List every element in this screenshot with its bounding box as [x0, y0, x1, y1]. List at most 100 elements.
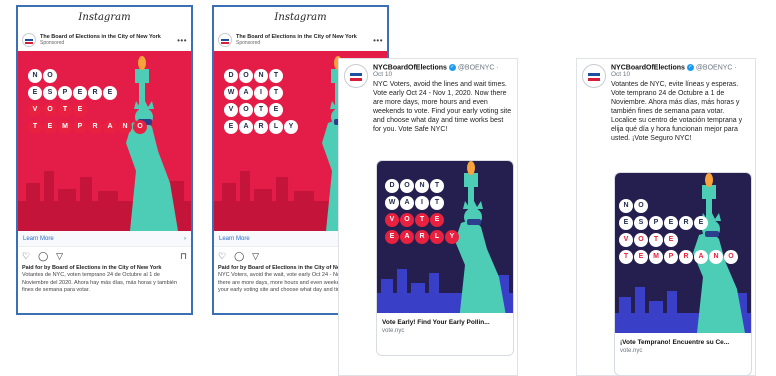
instagram-logo: Instagram	[274, 12, 327, 23]
letter-tile: E	[619, 216, 633, 230]
card-image[interactable]: DONT WAIT VOTE EARLY	[377, 161, 513, 313]
no-espere-vote-temprano-lettering: NO ESPERE VOTE TEMPRANO	[28, 69, 148, 137]
letter-tile: T	[269, 86, 283, 100]
card-url[interactable]: vote.nyc	[377, 328, 513, 334]
letter-tile: E	[28, 86, 42, 100]
letter-tile: P	[664, 250, 678, 264]
letter-tile: E	[73, 86, 87, 100]
tweet-spanish: NYCBoardOfElections ✓ @BOENYC · Oct 10 V…	[576, 58, 756, 376]
letter-tile: M	[649, 250, 663, 264]
letter-tile: R	[88, 86, 102, 100]
letter-tile: V	[28, 103, 42, 117]
avatar[interactable]	[22, 33, 36, 47]
letter-tile: O	[724, 250, 738, 264]
tweet-english: NYCBoardOfElections ✓ @BOENYC · Oct 10 N…	[338, 58, 518, 376]
letter-tile: N	[709, 250, 723, 264]
card-title[interactable]: Vote Early! Find Your Early Pollin...	[377, 313, 513, 328]
letter-tile: V	[619, 233, 633, 247]
letter-tile: O	[43, 103, 57, 117]
heart-icon[interactable]: ♡	[22, 251, 30, 262]
handle[interactable]: @BOENYC	[696, 64, 733, 71]
avatar[interactable]	[218, 33, 232, 47]
bookmark-icon[interactable]: ⊓	[180, 251, 187, 262]
letter-tile: W	[385, 196, 399, 210]
comment-icon[interactable]: ◯	[38, 251, 48, 262]
ad-image: NO ESPERE VOTE TEMPRANO	[18, 51, 191, 231]
card-url[interactable]: vote.nyc	[615, 348, 751, 354]
share-icon[interactable]: ▽	[56, 251, 63, 262]
learn-more-link[interactable]: Learn More ›	[18, 231, 191, 247]
letter-tile: A	[239, 86, 253, 100]
tweet-date[interactable]: Oct 10	[373, 71, 512, 78]
letter-tile: R	[254, 120, 268, 134]
letter-tile: R	[679, 216, 693, 230]
letter-tile: E	[43, 120, 57, 134]
letter-tile: S	[634, 216, 648, 230]
card-image[interactable]: NO ESPERE VOTE TEMPRANO	[615, 173, 751, 333]
letter-tile: T	[269, 69, 283, 83]
letter-tile: T	[58, 103, 72, 117]
comment-icon[interactable]: ◯	[234, 251, 244, 262]
letter-tile: E	[103, 86, 117, 100]
letter-tile: E	[430, 213, 444, 227]
letter-tile: A	[103, 120, 117, 134]
handle[interactable]: @BOENYC	[458, 64, 495, 71]
letter-tile: O	[239, 69, 253, 83]
letter-tile: I	[254, 86, 268, 100]
letter-tile: O	[634, 199, 648, 213]
learn-more-label[interactable]: Learn More	[219, 236, 250, 242]
letter-tile: V	[224, 103, 238, 117]
letter-tile: A	[400, 230, 414, 244]
letter-tile: T	[430, 179, 444, 193]
letter-tile: T	[28, 120, 42, 134]
letter-tile: R	[88, 120, 102, 134]
letter-tile: D	[385, 179, 399, 193]
more-options-icon[interactable]: •••	[373, 36, 383, 45]
letter-tile: P	[73, 120, 87, 134]
card-title[interactable]: ¡Vote Temprano! Encuentre su Ce...	[615, 333, 751, 348]
link-card[interactable]: DONT WAIT VOTE EARLY Vote Early! Find Yo…	[376, 160, 514, 356]
dont-wait-vote-early-lettering: DONT WAIT VOTE EARLY	[385, 179, 460, 247]
display-name[interactable]: NYCBoardOfElections	[611, 64, 685, 71]
action-bar: ♡ ◯ ▽ ⊓	[18, 247, 191, 265]
post-header: The Board of Elections in the City of Ne…	[214, 29, 387, 51]
letter-tile: A	[694, 250, 708, 264]
letter-tile: T	[430, 196, 444, 210]
instagram-post-spanish: Instagram The Board of Elections in the …	[16, 5, 193, 315]
letter-tile: E	[385, 230, 399, 244]
no-espere-vote-temprano-lettering: NO ESPERE VOTE TEMPRANO	[619, 199, 739, 267]
letter-tile: L	[430, 230, 444, 244]
letter-tile: E	[664, 216, 678, 230]
heart-icon[interactable]: ♡	[218, 251, 226, 262]
letter-tile: O	[400, 213, 414, 227]
letter-tile: W	[224, 86, 238, 100]
instagram-logo: Instagram	[78, 12, 131, 23]
letter-tile: E	[634, 250, 648, 264]
letter-tile: Y	[445, 230, 459, 244]
letter-tile: O	[133, 120, 147, 134]
link-card[interactable]: NO ESPERE VOTE TEMPRANO ¡Vote Temprano! …	[614, 172, 752, 376]
sponsored-label: Sponsored	[236, 40, 261, 46]
letter-tile: A	[400, 196, 414, 210]
letter-tile: L	[269, 120, 283, 134]
letter-tile: V	[385, 213, 399, 227]
display-name[interactable]: NYCBoardOfElections	[373, 64, 447, 71]
letter-tile: N	[415, 179, 429, 193]
letter-tile: E	[694, 216, 708, 230]
avatar[interactable]	[344, 64, 368, 88]
letter-tile: M	[58, 120, 72, 134]
verified-badge-icon: ✓	[686, 64, 694, 71]
letter-tile: T	[415, 213, 429, 227]
letter-tile: O	[43, 69, 57, 83]
letter-tile: N	[619, 199, 633, 213]
letter-tile: A	[239, 120, 253, 134]
letter-tile: O	[400, 179, 414, 193]
share-icon[interactable]: ▽	[252, 251, 259, 262]
letter-tile: S	[43, 86, 57, 100]
learn-more-label[interactable]: Learn More	[23, 236, 54, 242]
dont-wait-vote-early-lettering: DONT WAIT VOTE EARLY	[224, 69, 299, 137]
tweet-date[interactable]: Oct 10	[611, 71, 750, 78]
avatar[interactable]	[582, 64, 606, 88]
letter-tile: D	[224, 69, 238, 83]
more-options-icon[interactable]: •••	[177, 36, 187, 45]
